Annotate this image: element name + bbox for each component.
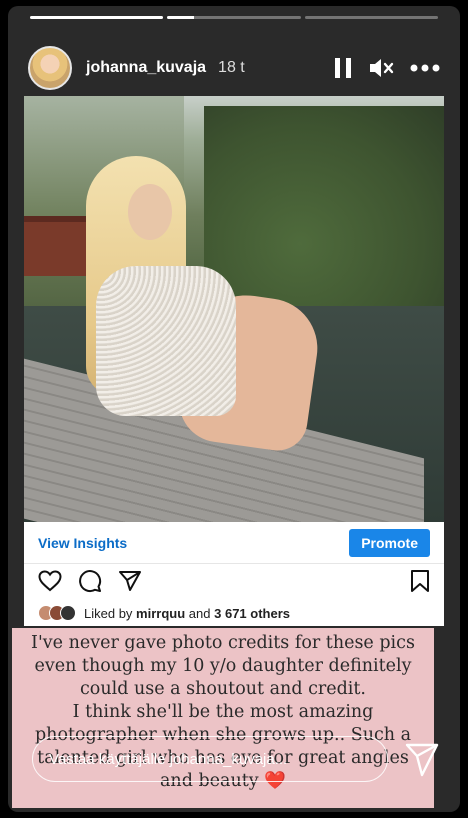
- progress-segment: [30, 16, 164, 19]
- reply-input[interactable]: [49, 750, 371, 768]
- progress-segment: [304, 16, 438, 19]
- caption-line: I've never gave photo credits for these …: [31, 633, 415, 653]
- share-icon[interactable]: [118, 570, 142, 597]
- shared-post-card[interactable]: View Insights Promote Liked by mirrquu a…: [24, 96, 444, 626]
- caption-line: could use a shoutout and credit.: [79, 679, 366, 699]
- story-progress: [30, 16, 438, 19]
- more-icon[interactable]: [410, 64, 440, 72]
- promote-button[interactable]: Promote: [349, 528, 430, 557]
- insights-bar: View Insights Promote: [24, 522, 444, 564]
- liked-by-count[interactable]: 3 671 others: [214, 606, 290, 621]
- post-actions: [38, 568, 430, 598]
- liked-by-and: and: [188, 605, 211, 621]
- likes-summary[interactable]: Liked by mirrquu and 3 671 others: [38, 602, 430, 624]
- progress-segment: [167, 16, 301, 19]
- pause-icon[interactable]: [334, 57, 352, 79]
- send-icon[interactable]: [404, 742, 440, 778]
- post-photo: [24, 96, 444, 522]
- bookmark-icon[interactable]: [410, 569, 430, 598]
- caption-line: even though my 10 y/o daughter definitel…: [34, 656, 412, 676]
- view-insights-link[interactable]: View Insights: [38, 535, 127, 551]
- story-header: johanna_kuvaja 18 t: [28, 44, 440, 92]
- story-time: 18 t: [218, 59, 245, 76]
- liked-by-user[interactable]: mirrquu: [136, 606, 185, 621]
- mute-icon[interactable]: [368, 57, 394, 79]
- avatar[interactable]: [28, 46, 72, 90]
- heart-icon[interactable]: [38, 569, 62, 597]
- comment-icon[interactable]: [78, 569, 102, 598]
- story-viewer[interactable]: johanna_kuvaja 18 t View Insights Promot…: [8, 6, 460, 812]
- liker-avatars: [38, 605, 76, 621]
- reply-bar[interactable]: [32, 736, 388, 782]
- avatar: [60, 605, 76, 621]
- username[interactable]: johanna_kuvaja: [86, 59, 206, 77]
- caption-line: I think she'll be the most amazing: [72, 702, 374, 722]
- liked-by-prefix: Liked by: [84, 605, 133, 621]
